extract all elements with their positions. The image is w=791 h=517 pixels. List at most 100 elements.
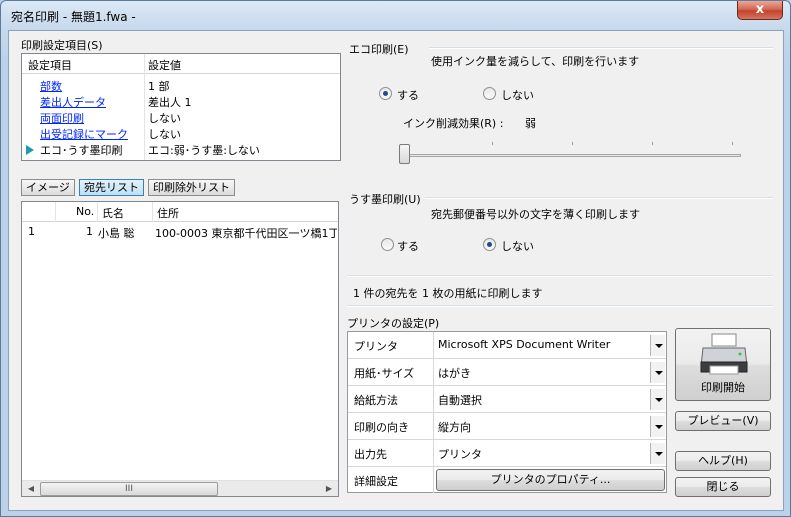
- eco-description: 使用インク量を減らして、印刷を行います: [431, 55, 640, 68]
- eco-group-label: エコ印刷(E): [349, 43, 409, 56]
- ink-reduction-slider-track[interactable]: [405, 154, 741, 157]
- horizontal-scrollbar[interactable]: ◀ III ▶: [22, 480, 338, 496]
- thin-ink-off-radio[interactable]: [483, 238, 496, 251]
- eco-off-label[interactable]: しない: [501, 87, 534, 103]
- thin-ink-description: 宛先郵便番号以外の文字を薄く印刷します: [431, 208, 640, 221]
- paper-size-select-value[interactable]: はがき: [438, 365, 471, 381]
- row-address: 100-0003 東京都千代田区一ツ橋1丁: [155, 227, 337, 240]
- preview-button[interactable]: プレビュー(V): [675, 411, 771, 431]
- chevron-down-icon[interactable]: [650, 335, 665, 356]
- settings-link-sender[interactable]: 差出人データ: [40, 94, 106, 110]
- paper-feed-label: 給紙方法: [348, 386, 434, 412]
- details-label: 詳細設定: [348, 467, 434, 493]
- output-select-value[interactable]: プリンタ: [438, 446, 482, 462]
- settings-value-eco: エコ:弱･うす墨:しない: [148, 144, 260, 157]
- settings-value-duplex: しない: [148, 112, 181, 125]
- chevron-down-icon[interactable]: [650, 362, 665, 383]
- printer-properties-label: プリンタのプロパティ...: [490, 473, 611, 486]
- printer-select-value[interactable]: Microsoft XPS Document Writer: [438, 338, 610, 351]
- ink-reduction-label: インク削減効果(R) :: [403, 117, 504, 130]
- header-divider: [97, 202, 98, 222]
- thin-ink-group-label: うす墨印刷(U): [349, 193, 421, 206]
- printer-row: プリンタ Microsoft XPS Document Writer: [348, 332, 666, 359]
- window-close-button[interactable]: x: [737, 1, 783, 20]
- thin-ink-group-line: [425, 197, 773, 199]
- settings-col-value: 設定値: [148, 59, 181, 72]
- printer-icon: [700, 333, 748, 375]
- paper-size-label: 用紙･サイズ: [348, 359, 434, 385]
- printer-settings-table: プリンタ Microsoft XPS Document Writer 用紙･サイ…: [347, 331, 667, 493]
- output-row: 出力先 プリンタ: [348, 440, 666, 467]
- preview-label: プレビュー(V): [687, 414, 759, 427]
- settings-value-copies: 1 部: [148, 80, 170, 93]
- printer-properties-button[interactable]: プリンタのプロパティ...: [436, 469, 665, 491]
- chevron-down-icon[interactable]: [650, 443, 665, 464]
- address-list-header: No. 氏名 住所: [22, 202, 338, 222]
- slider-tick: [572, 142, 573, 145]
- scroll-grip-icon: III: [125, 484, 133, 494]
- header-no[interactable]: No.: [76, 205, 94, 218]
- paper-feed-select-value[interactable]: 自動選択: [438, 392, 482, 408]
- tab-address-list-label: 宛先リスト: [84, 181, 139, 194]
- row-index: 1: [28, 225, 35, 238]
- tab-address-list[interactable]: 宛先リスト: [79, 179, 144, 196]
- address-list[interactable]: No. 氏名 住所 1 1 小島 聡 100-0003 東京都千代田区一ツ橋1丁…: [21, 201, 339, 497]
- tab-exclude-list[interactable]: 印刷除外リスト: [148, 179, 235, 196]
- thin-ink-off-label[interactable]: しない: [501, 238, 534, 254]
- close-button[interactable]: 閉じる: [675, 477, 771, 497]
- settings-value-sender: 差出人 1: [148, 96, 192, 109]
- header-divider: [152, 202, 153, 222]
- settings-link-record-mark[interactable]: 出受記録にマーク: [40, 126, 128, 142]
- start-print-label: 印刷開始: [701, 381, 745, 394]
- orientation-select-value[interactable]: 縦方向: [438, 419, 471, 435]
- ink-reduction-slider-thumb[interactable]: [399, 144, 410, 164]
- printer-group-label: プリンタの設定(P): [347, 317, 440, 330]
- header-name[interactable]: 氏名: [102, 205, 124, 221]
- settings-row-copies[interactable]: 部数 1 部: [22, 77, 340, 93]
- settings-col-key: 設定項目: [28, 59, 72, 72]
- slider-tick: [732, 142, 733, 145]
- settings-link-eco[interactable]: エコ･うす墨印刷: [40, 142, 123, 158]
- row-no: 1: [86, 225, 93, 238]
- help-button[interactable]: ヘルプ(H): [675, 451, 771, 471]
- start-print-button[interactable]: 印刷開始: [675, 328, 771, 401]
- paper-size-row: 用紙･サイズ はがき: [348, 359, 666, 386]
- settings-list[interactable]: 設定項目 設定値 部数 1 部 差出人データ 差出人 1 両面印刷 しない 出受…: [21, 53, 341, 161]
- current-item-arrow-icon: [26, 145, 34, 155]
- thin-ink-on-label[interactable]: する: [397, 238, 419, 254]
- settings-row-eco[interactable]: エコ･うす墨印刷 エコ:弱･うす墨:しない: [22, 141, 340, 157]
- scroll-left-icon[interactable]: ◀: [24, 482, 38, 496]
- separator-line: [347, 275, 773, 277]
- details-row: 詳細設定 プリンタのプロパティ...: [348, 467, 666, 494]
- eco-on-label[interactable]: する: [397, 87, 419, 103]
- eco-off-radio[interactable]: [483, 87, 496, 100]
- eco-group-line: [429, 47, 773, 49]
- settings-list-header: 設定項目 設定値: [22, 54, 340, 74]
- separator-line: [347, 305, 773, 307]
- title-bar[interactable]: 宛名印刷 - 無題1.fwa - x: [1, 1, 790, 31]
- print-dialog-window: 宛名印刷 - 無題1.fwa - x 印刷設定項目(S) 設定項目 設定値 部数…: [0, 0, 791, 517]
- output-label: 出力先: [348, 440, 434, 466]
- help-label: ヘルプ(H): [698, 454, 748, 467]
- settings-link-copies[interactable]: 部数: [40, 78, 62, 94]
- scrollbar-thumb[interactable]: III: [40, 482, 218, 496]
- thin-ink-on-radio[interactable]: [381, 238, 394, 251]
- settings-link-duplex[interactable]: 両面印刷: [40, 110, 84, 126]
- settings-row-record-mark[interactable]: 出受記録にマーク しない: [22, 125, 340, 141]
- settings-row-duplex[interactable]: 両面印刷 しない: [22, 109, 340, 125]
- settings-row-sender[interactable]: 差出人データ 差出人 1: [22, 93, 340, 109]
- chevron-down-icon[interactable]: [650, 389, 665, 410]
- slider-tick: [492, 142, 493, 145]
- table-row[interactable]: 1 1 小島 聡 100-0003 東京都千代田区一ツ橋1丁: [22, 224, 338, 240]
- slider-tick: [652, 142, 653, 145]
- ink-reduction-value: 弱: [525, 117, 536, 130]
- header-divider: [55, 202, 56, 222]
- settings-value-record-mark: しない: [148, 128, 181, 141]
- tab-image[interactable]: イメージ: [21, 179, 75, 196]
- eco-on-radio[interactable]: [379, 87, 392, 100]
- scroll-right-icon[interactable]: ▶: [322, 482, 336, 496]
- row-name: 小島 聡: [98, 227, 135, 240]
- chevron-down-icon[interactable]: [650, 416, 665, 437]
- tab-exclude-list-label: 印刷除外リスト: [153, 181, 230, 194]
- header-address[interactable]: 住所: [157, 205, 179, 221]
